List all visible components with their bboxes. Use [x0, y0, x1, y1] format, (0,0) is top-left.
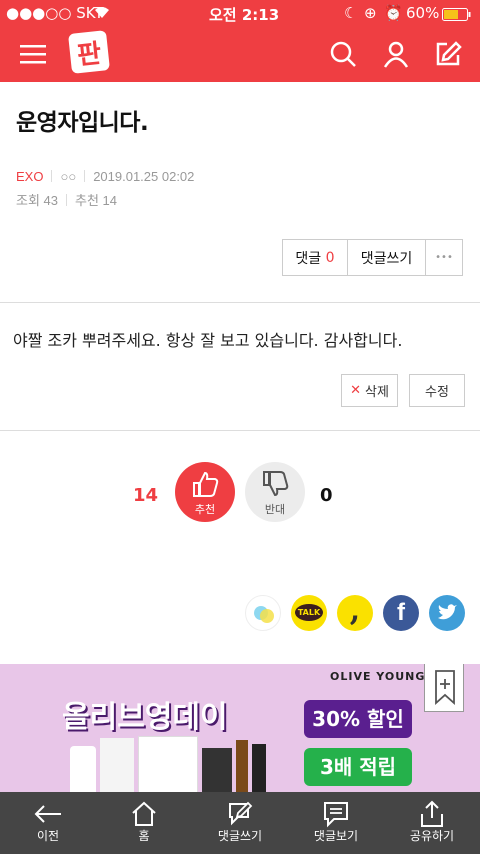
- close-icon: ✕: [350, 383, 361, 398]
- oppose-button[interactable]: 반대: [245, 462, 305, 522]
- write-comment-icon: [229, 801, 253, 826]
- tab-view-comments-label: 댓글보기: [313, 829, 359, 843]
- quote-icon: ,: [349, 593, 361, 628]
- comment-text: 야짤 조카 뿌려주세요. 항상 잘 보고 있습니다. 감사합니다.: [13, 331, 403, 350]
- status-bar: ●●●○○ SKT 오전 2:13 ☾ ⊕ ⏰ 60%: [0, 0, 480, 26]
- divider: [51, 170, 53, 182]
- twitter-icon[interactable]: [429, 595, 465, 631]
- tab-write-comment-label: 댓글쓰기: [217, 829, 263, 843]
- comments-icon: [324, 802, 348, 828]
- post-date: 2019.01.25 02:02: [93, 169, 195, 184]
- nav-bar: 판: [0, 26, 480, 82]
- comment-count-button[interactable]: 댓글 0: [283, 240, 348, 275]
- ad-discount: 30% 할인: [304, 700, 412, 738]
- ad-headline: 올리브영데이: [62, 700, 228, 735]
- carrier: ●●●○○ SKT: [6, 4, 104, 22]
- wifi-icon: [94, 5, 110, 23]
- logo[interactable]: 판: [68, 30, 110, 74]
- talk-label: TALK: [295, 604, 323, 621]
- kakaotalk-icon[interactable]: TALK: [291, 595, 327, 631]
- tab-share[interactable]: 공유하기: [384, 792, 480, 854]
- ad-product-image: [70, 736, 270, 792]
- divider: [0, 430, 480, 431]
- tab-share-label: 공유하기: [409, 829, 455, 843]
- write-icon[interactable]: [434, 40, 462, 72]
- facebook-glyph: f: [397, 599, 405, 626]
- bottom-toolbar: 이전 홈 댓글쓰기 댓글보기 공유하기: [0, 792, 480, 854]
- tab-view-comments[interactable]: 댓글보기: [288, 792, 384, 854]
- alarm-icon: ⏰: [384, 4, 403, 22]
- divider: [84, 170, 86, 182]
- ad-banner[interactable]: OLIVE YOUNG 올리브영데이 30% 할인 3배 적립: [0, 664, 480, 792]
- user-icon[interactable]: [382, 40, 410, 72]
- share-icon: [421, 800, 443, 827]
- logo-text: 판: [75, 38, 103, 71]
- kakaostory-icon[interactable]: ,: [337, 593, 373, 631]
- write-comment-button[interactable]: 댓글쓰기: [348, 240, 426, 275]
- oppose-label: 반대: [264, 503, 286, 516]
- ad-points: 3배 적립: [304, 748, 412, 786]
- oppose-number: 0: [320, 485, 333, 506]
- home-icon: [132, 801, 156, 826]
- tab-write-comment[interactable]: 댓글쓰기: [192, 792, 288, 854]
- tab-home-label: 홈: [138, 829, 150, 843]
- rotation-lock-icon: ⊕: [364, 4, 377, 22]
- delete-label: 삭제: [364, 385, 389, 400]
- comment-label: 댓글: [295, 250, 322, 267]
- back-arrow-icon: [34, 805, 61, 823]
- comment-button-group: 댓글 0 댓글쓰기 •••: [282, 239, 463, 276]
- tab-home[interactable]: 홈: [96, 792, 192, 854]
- ad-brand: OLIVE YOUNG: [330, 670, 426, 683]
- post-title: 운영자입니다.: [16, 110, 149, 136]
- thumbs-up-icon: [193, 471, 219, 497]
- post-meta-line1: EXO ○○ 2019.01.25 02:02: [16, 169, 194, 184]
- more-button[interactable]: •••: [426, 240, 462, 275]
- tab-back[interactable]: 이전: [0, 792, 96, 854]
- delete-button[interactable]: ✕ 삭제: [341, 374, 398, 407]
- thumbs-down-icon: [263, 471, 289, 497]
- battery-percent: 60%: [406, 4, 440, 22]
- moon-icon: ☾: [344, 4, 358, 22]
- view-count: 조회 43: [16, 193, 58, 208]
- tab-back-label: 이전: [36, 829, 60, 843]
- post-meta-line2: 조회 43 추천 14: [16, 190, 117, 209]
- post-author[interactable]: ○○: [60, 169, 76, 184]
- menu-icon[interactable]: [20, 43, 46, 69]
- search-icon[interactable]: [329, 40, 357, 72]
- recommend-number: 14: [133, 485, 159, 506]
- comment-count: 0: [325, 249, 335, 266]
- divider: [66, 194, 67, 206]
- facebook-icon[interactable]: f: [383, 595, 419, 631]
- post-category[interactable]: EXO: [16, 169, 43, 184]
- recommend-count: 추천 14: [75, 193, 117, 208]
- edit-button[interactable]: 수정: [409, 374, 465, 407]
- recommend-button[interactable]: 추천: [175, 462, 235, 522]
- divider: [0, 302, 480, 303]
- clock: 오전 2:13: [209, 6, 280, 24]
- battery-icon: [442, 7, 472, 25]
- recommend-label: 추천: [194, 503, 216, 516]
- share-line-icon[interactable]: [245, 595, 281, 631]
- bookmark-add-icon[interactable]: [424, 664, 464, 712]
